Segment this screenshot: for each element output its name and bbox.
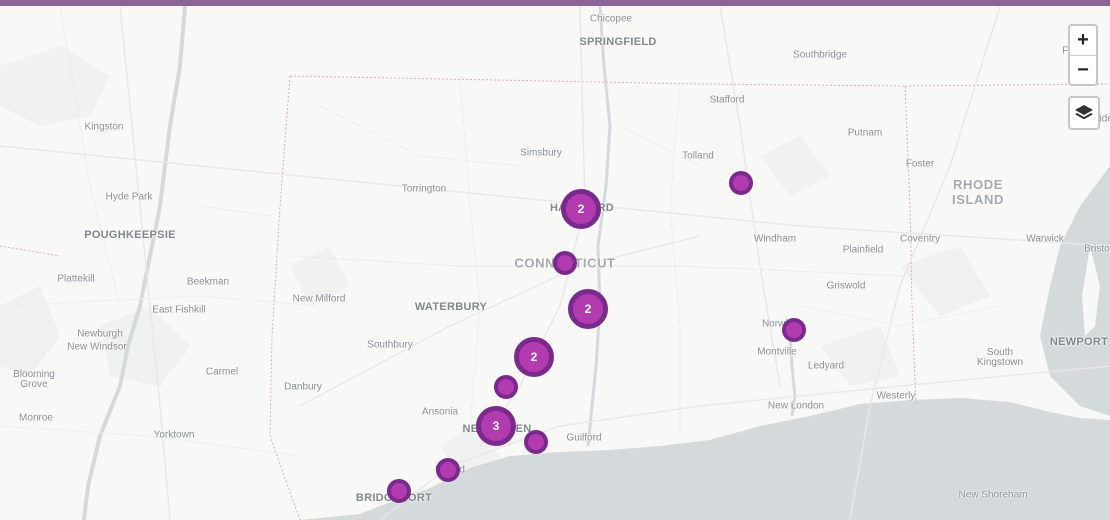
place-label: Coventry <box>899 233 941 245</box>
cluster-marker[interactable]: 2 <box>514 337 554 377</box>
place-label: Beekman <box>186 276 230 288</box>
place-label: WATERBURY <box>414 301 488 313</box>
cluster-marker[interactable]: 2 <box>561 189 601 229</box>
place-label: Stafford <box>709 94 745 106</box>
location-marker[interactable] <box>729 171 753 195</box>
place-label: Newburgh <box>77 328 123 340</box>
zoom-out-button[interactable]: − <box>1070 56 1096 85</box>
place-label: Guilford <box>566 432 602 444</box>
place-label: Plattekill <box>57 273 95 285</box>
place-label: NEWPORT <box>1049 336 1109 348</box>
state-label-rhode-island: RHODE ISLAND <box>952 177 1004 207</box>
place-label: Simsbury <box>520 147 562 159</box>
place-label: Ledyard <box>807 360 845 372</box>
place-label: New London <box>767 400 825 412</box>
place-label: New Milford <box>292 293 346 305</box>
place-label: Foster <box>905 158 935 170</box>
place-label: Warwick <box>1026 233 1064 245</box>
place-label: Kingston <box>84 121 124 133</box>
place-label: East Fishkill <box>152 304 206 316</box>
location-marker[interactable] <box>782 318 806 342</box>
location-marker[interactable] <box>387 479 411 503</box>
place-label: New Windsor <box>67 341 127 353</box>
place-label: South Kingstown <box>976 347 1024 368</box>
zoom-in-button[interactable]: + <box>1070 26 1096 56</box>
place-label: Griswold <box>826 280 866 292</box>
place-label: Ansonia <box>421 406 459 418</box>
layers-icon <box>1075 105 1093 120</box>
place-label: Tolland <box>682 150 714 162</box>
location-marker[interactable] <box>494 375 518 399</box>
place-label: Danbury <box>284 381 322 393</box>
location-marker[interactable] <box>524 430 548 454</box>
place-label: New Shoreham <box>958 489 1028 501</box>
place-label: Yorktown <box>153 429 195 441</box>
cluster-marker[interactable]: 3 <box>476 406 516 446</box>
location-marker[interactable] <box>553 251 577 275</box>
cluster-marker[interactable]: 2 <box>568 289 608 329</box>
zoom-control: + − <box>1068 24 1098 86</box>
place-label: Putnam <box>847 127 883 139</box>
place-label: Montville <box>757 346 797 358</box>
state-label-line: ISLAND <box>952 192 1004 207</box>
location-marker[interactable] <box>436 458 460 482</box>
map-canvas[interactable]: ChicopeeSPRINGFIELDSouthbridgeFranklinSt… <box>0 6 1110 520</box>
place-label: POUGHKEEPSIE <box>84 229 176 241</box>
place-label: Southbridge <box>793 49 847 61</box>
place-label: Bristol <box>1084 243 1110 255</box>
layers-button[interactable] <box>1068 96 1100 130</box>
place-label: Carmel <box>205 366 239 378</box>
place-label: Chicopee <box>589 13 633 25</box>
place-label: Monroe <box>19 412 53 424</box>
place-label: Blooming Grove <box>13 369 55 390</box>
place-label: Southbury <box>367 339 413 351</box>
state-label-line: RHODE <box>953 177 1003 192</box>
place-label: Hyde Park <box>105 191 153 203</box>
place-label: Westerly <box>876 390 916 402</box>
place-label: Plainfield <box>842 244 884 256</box>
place-label: Windham <box>753 233 797 245</box>
place-label: SPRINGFIELD <box>579 36 657 48</box>
place-label: Torrington <box>401 183 447 195</box>
